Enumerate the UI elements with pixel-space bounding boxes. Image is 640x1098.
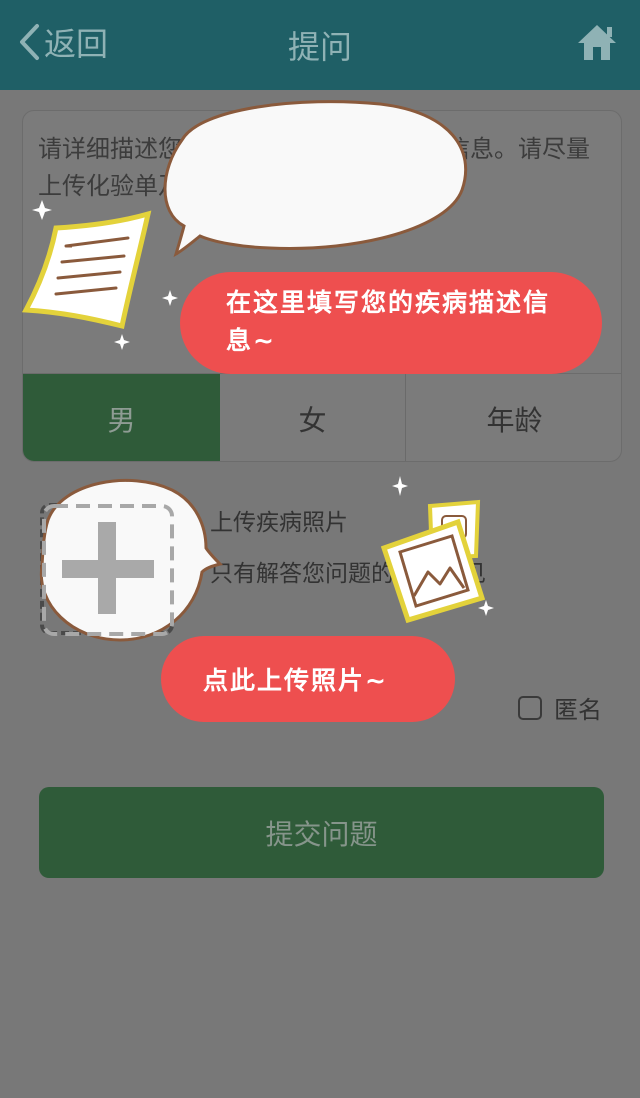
description-speech-bubble — [163, 100, 468, 258]
tutorial-overlay — [21, 100, 494, 642]
description-tip-bubble: 在这里填写您的疾病描述信息~ — [180, 272, 602, 374]
document-icon — [21, 210, 152, 330]
upload-speech-bubble — [39, 478, 223, 642]
upload-tip-bubble: 点此上传照片~ — [161, 636, 455, 722]
photo-icon — [380, 499, 486, 624]
